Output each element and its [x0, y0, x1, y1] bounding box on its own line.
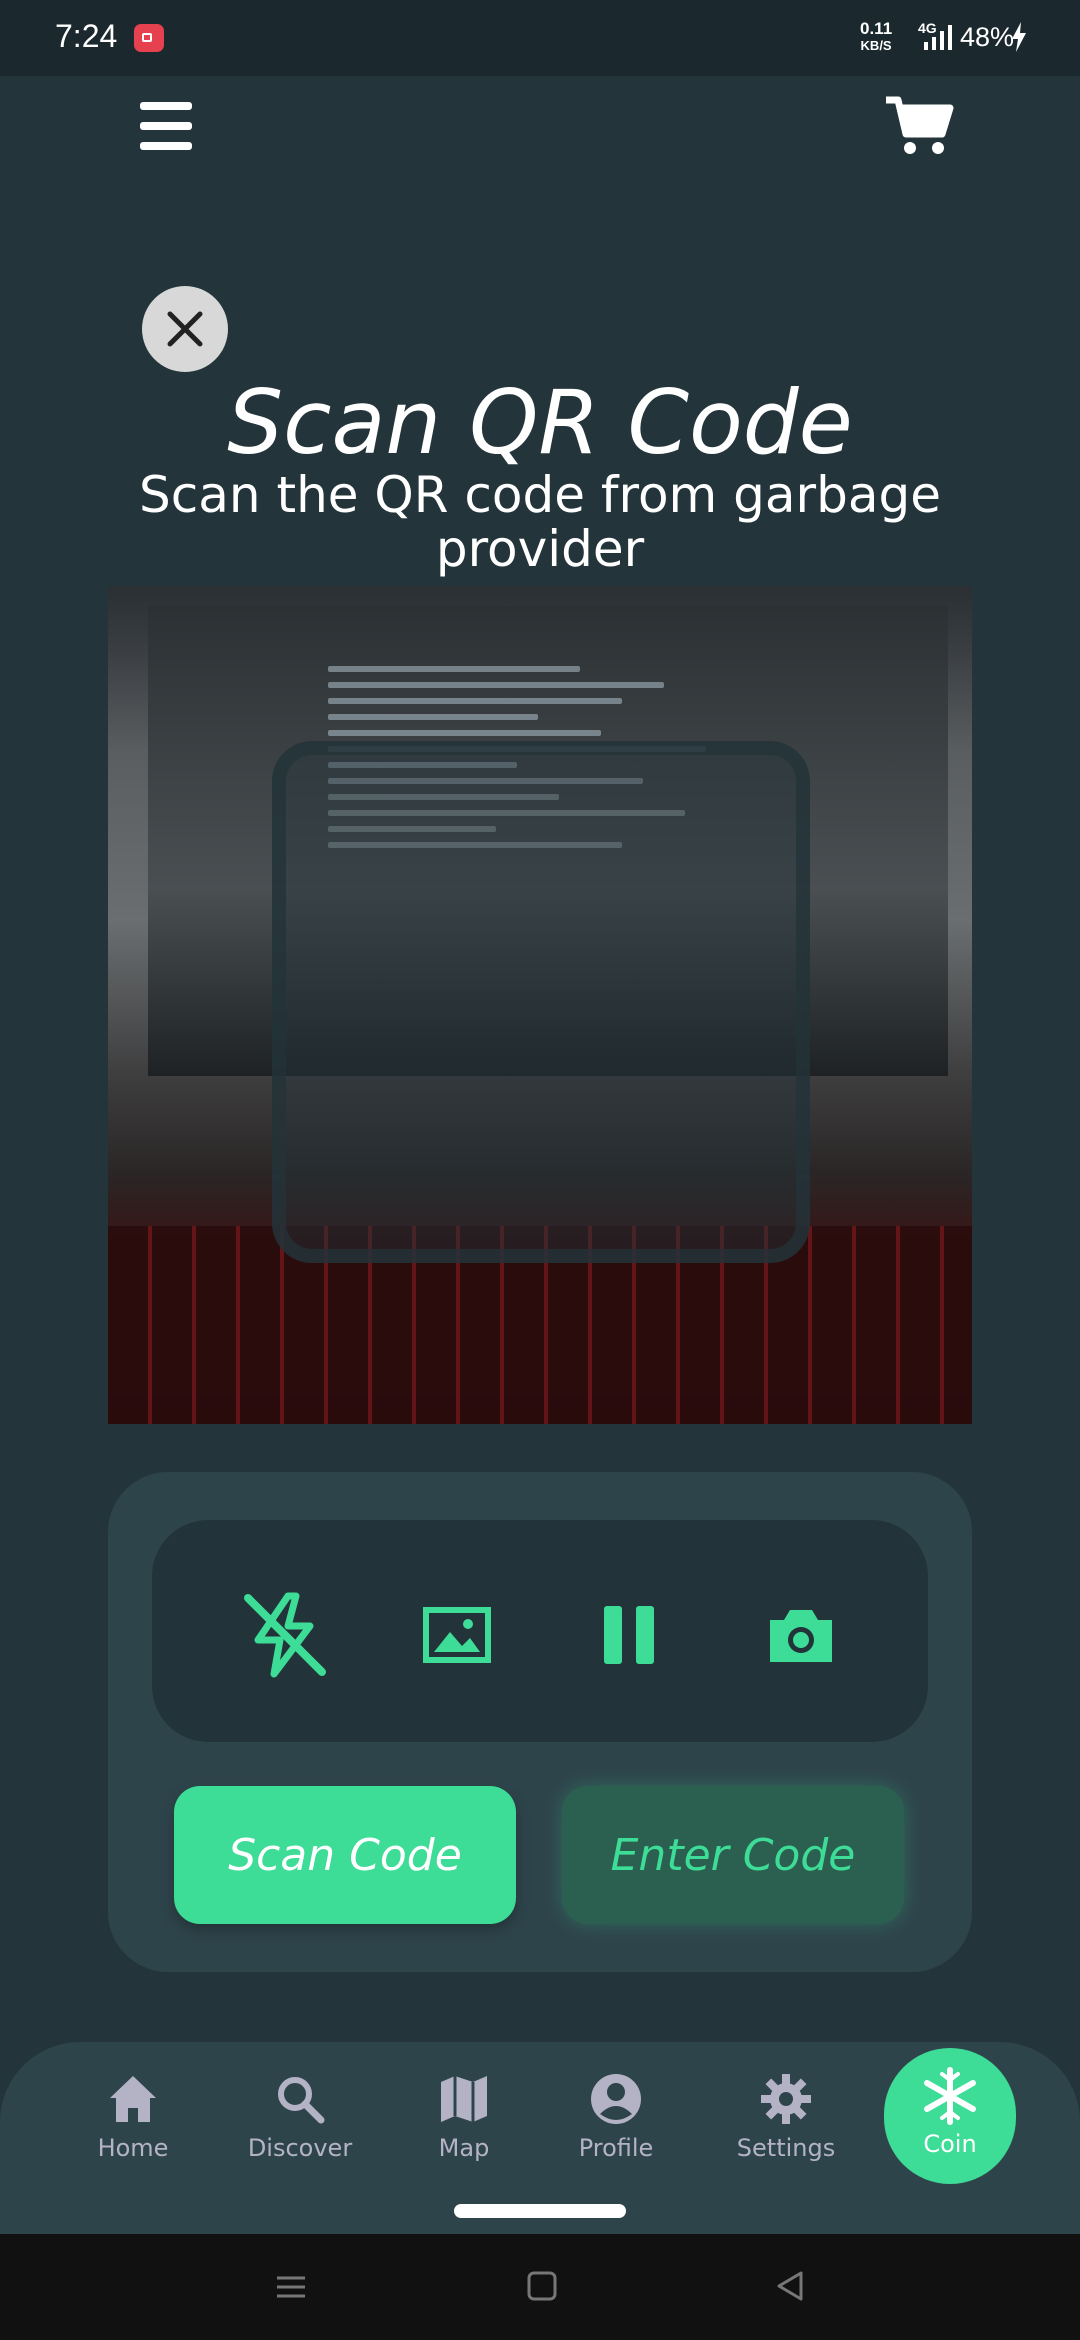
shopping-cart-icon[interactable]	[884, 96, 954, 158]
network-type: 4G	[918, 20, 937, 36]
nav-label-map: Map	[438, 2134, 490, 2162]
nav-label-coin: Coin	[923, 2130, 977, 2158]
network-speed-value: 0.11	[860, 19, 893, 38]
network-speed-unit: KB/S	[860, 38, 892, 53]
network-speed: 0.11 KB/S	[860, 20, 892, 54]
nav-label-discover: Discover	[247, 2134, 353, 2162]
nav-item-coin[interactable]: Coin	[884, 2048, 1016, 2184]
nav-item-profile[interactable]: Profile	[546, 2072, 686, 2162]
battery-percentage: 48%	[960, 22, 1015, 52]
pause-icon[interactable]	[584, 1590, 674, 1680]
screen-record-icon	[134, 24, 164, 52]
close-button[interactable]	[142, 286, 228, 372]
enter-code-button[interactable]: Enter Code	[562, 1786, 904, 1924]
settings-icon	[761, 2074, 811, 2124]
scan-frame	[272, 741, 810, 1263]
home-indicator[interactable]	[454, 2204, 626, 2218]
home-icon	[110, 2076, 156, 2122]
map-icon	[441, 2076, 487, 2122]
home-button-icon[interactable]	[526, 2270, 558, 2302]
camera-icon[interactable]	[756, 1590, 846, 1680]
nav-label-settings: Settings	[736, 2134, 836, 2162]
back-icon[interactable]	[774, 2270, 806, 2302]
charging-icon	[1012, 22, 1026, 52]
profile-icon	[591, 2074, 641, 2124]
nav-item-discover[interactable]: Discover	[230, 2072, 370, 2162]
snowflake-icon	[924, 2067, 976, 2125]
nav-item-home[interactable]: Home	[63, 2072, 203, 2162]
page-title: Scan QR Code	[227, 371, 853, 474]
control-panel: Scan Code Enter Code	[108, 1472, 972, 1972]
nav-item-settings[interactable]: Settings	[716, 2072, 856, 2162]
status-time: 7:24	[55, 18, 118, 54]
page-subtitle: Scan the QR code from garbage provider	[139, 466, 941, 578]
close-icon	[167, 311, 203, 347]
recent-apps-icon[interactable]	[274, 2270, 308, 2304]
gallery-icon[interactable]	[412, 1590, 502, 1680]
camera-controls	[152, 1520, 928, 1742]
nav-item-map[interactable]: Map	[394, 2072, 534, 2162]
flash-off-icon[interactable]	[240, 1590, 330, 1680]
hamburger-menu-icon[interactable]	[140, 102, 192, 150]
system-navigation-bar	[0, 2234, 1080, 2340]
nav-label-home: Home	[97, 2134, 169, 2162]
status-bar: 7:24 0.11 KB/S 4G 48%	[0, 0, 1080, 76]
nav-label-profile: Profile	[578, 2134, 654, 2162]
search-icon	[278, 2077, 325, 2124]
camera-preview	[108, 586, 972, 1424]
scan-code-button[interactable]: Scan Code	[174, 1786, 516, 1924]
